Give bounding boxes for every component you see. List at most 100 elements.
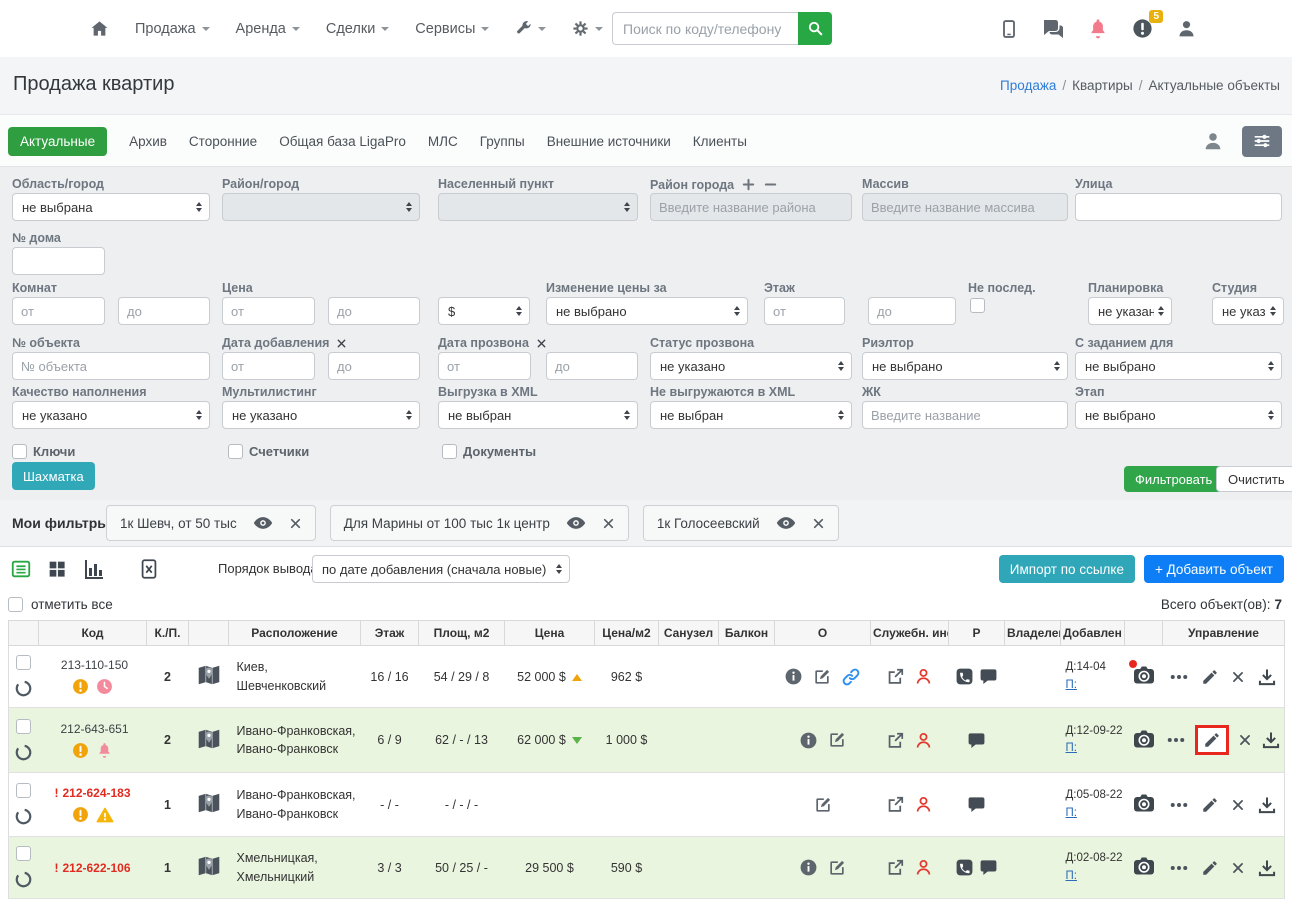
filter-settings-button[interactable] [1242, 126, 1282, 157]
street-input[interactable] [1075, 193, 1282, 221]
tab-mls[interactable]: МЛС [428, 134, 458, 149]
info-icon[interactable] [799, 858, 818, 877]
edit-note-icon[interactable] [812, 667, 832, 687]
owner-person-icon[interactable] [914, 731, 933, 750]
price-to-input[interactable] [328, 297, 420, 325]
chart-view-icon[interactable] [82, 557, 106, 581]
photos-icon[interactable] [1132, 854, 1156, 881]
menu-prodazha[interactable]: Продажа [135, 21, 210, 37]
chess-button[interactable]: Шахматка [12, 462, 95, 490]
filter-apply-button[interactable]: Фильтровать [1124, 466, 1223, 492]
row-checkbox[interactable] [16, 719, 31, 734]
grid-view-icon[interactable] [46, 558, 68, 580]
xml-no-export-select[interactable]: не выбран [650, 401, 852, 429]
floor-to-input[interactable] [868, 297, 956, 325]
edit-note-icon[interactable] [813, 795, 833, 815]
menu-arenda[interactable]: Аренда [236, 21, 300, 37]
download-icon[interactable] [1257, 667, 1277, 687]
call-status-select[interactable]: не указано [650, 352, 852, 380]
map-icon[interactable] [196, 790, 222, 816]
download-icon[interactable] [1257, 795, 1277, 815]
currency-select[interactable]: $ [438, 297, 530, 325]
tab-gruppy[interactable]: Группы [480, 134, 525, 149]
order-select[interactable]: по дате добавления (сначала новые) [312, 555, 570, 583]
layout-select[interactable]: не указано [1088, 297, 1172, 325]
settlement-select[interactable] [438, 193, 638, 221]
call-status-ring-icon[interactable] [14, 870, 33, 889]
photos-icon[interactable] [1132, 727, 1156, 754]
district-select[interactable] [222, 193, 420, 221]
row-checkbox[interactable] [16, 783, 31, 798]
quality-select[interactable]: не указано [12, 401, 210, 429]
phone-icon[interactable] [955, 858, 974, 877]
map-icon[interactable] [196, 853, 222, 879]
row-checkbox[interactable] [16, 655, 31, 670]
stage-select[interactable]: не выбрано [1075, 401, 1282, 429]
called-link[interactable]: П: [1066, 742, 1077, 754]
comment-icon[interactable] [979, 667, 998, 686]
tab-arhiv[interactable]: Архив [129, 134, 167, 149]
studio-select[interactable]: не указано [1212, 297, 1284, 325]
call-status-ring-icon[interactable] [14, 679, 33, 698]
region-select[interactable]: не выбрана [12, 193, 210, 221]
clear-date-called-icon[interactable] [536, 338, 547, 349]
delete-object-icon[interactable] [1231, 861, 1245, 875]
owner-person-icon[interactable] [914, 795, 933, 814]
owner-person-icon[interactable] [914, 858, 933, 877]
row-checkbox[interactable] [16, 846, 31, 861]
edit-object-icon[interactable] [1203, 731, 1221, 749]
more-actions-icon[interactable] [1169, 858, 1189, 878]
filter-chip[interactable]: 1к Голосеевский [643, 505, 839, 541]
tab-obshchaya-baza[interactable]: Общая база LigaPro [279, 134, 406, 149]
comment-icon[interactable] [979, 858, 998, 877]
messages-icon[interactable] [1041, 17, 1065, 41]
multilisting-select[interactable]: не указано [222, 401, 420, 429]
not-last-checkbox[interactable] [970, 298, 985, 313]
filter-clear-button[interactable]: Очистить [1216, 466, 1292, 492]
object-code[interactable]: 212-624-183 [62, 786, 130, 800]
import-link-button[interactable]: Импорт по ссылке [999, 555, 1135, 583]
documents-checkbox[interactable] [442, 444, 457, 459]
remove-district-icon[interactable] [763, 177, 778, 192]
more-actions-icon[interactable] [1169, 795, 1189, 815]
date-called-to-input[interactable] [546, 352, 638, 380]
clear-date-added-icon[interactable] [336, 338, 347, 349]
list-view-icon[interactable] [10, 558, 32, 580]
view-filter-icon[interactable] [776, 513, 796, 533]
filter-chip-name[interactable]: 1к Шевч, от 50 тыс [120, 516, 237, 531]
profile-icon[interactable] [1176, 18, 1197, 39]
delete-filter-icon[interactable] [812, 517, 825, 530]
view-filter-icon[interactable] [566, 513, 586, 533]
comment-icon[interactable] [967, 731, 986, 750]
edit-object-icon[interactable] [1201, 668, 1219, 686]
keys-checkbox[interactable] [12, 444, 27, 459]
date-added-to-input[interactable] [328, 352, 420, 380]
owner-person-icon[interactable] [914, 667, 933, 686]
photos-icon[interactable] [1132, 663, 1156, 690]
photos-icon[interactable] [1132, 791, 1156, 818]
search-input[interactable] [612, 12, 798, 45]
view-filter-icon[interactable] [253, 513, 273, 533]
home-button[interactable] [90, 19, 109, 38]
edit-object-icon[interactable] [1201, 796, 1219, 814]
object-code[interactable]: 212-643-651 [60, 722, 128, 736]
more-actions-icon[interactable] [1166, 730, 1186, 750]
meters-checkbox[interactable] [228, 444, 243, 459]
add-district-icon[interactable] [741, 177, 756, 192]
select-all-checkbox[interactable] [8, 597, 23, 612]
comment-icon[interactable] [967, 795, 986, 814]
tab-storonnie[interactable]: Сторонние [189, 134, 257, 149]
info-icon[interactable] [784, 667, 803, 686]
rooms-to-input[interactable] [118, 297, 210, 325]
info-icon[interactable] [799, 731, 818, 750]
tab-aktualnye[interactable]: Актуальные [8, 127, 107, 156]
filter-chip-name[interactable]: 1к Голосеевский [657, 516, 760, 531]
breadcrumb-kvartiry[interactable]: Квартиры [1072, 78, 1133, 93]
map-icon[interactable] [196, 662, 222, 688]
external-link-icon[interactable] [886, 795, 905, 814]
tab-klienty[interactable]: Клиенты [693, 134, 747, 149]
city-district-input[interactable] [650, 193, 852, 221]
rooms-from-input[interactable] [12, 297, 105, 325]
filter-chip-name[interactable]: Для Марины от 100 тыс 1к центр [344, 516, 550, 531]
settings-menu[interactable] [572, 20, 603, 37]
